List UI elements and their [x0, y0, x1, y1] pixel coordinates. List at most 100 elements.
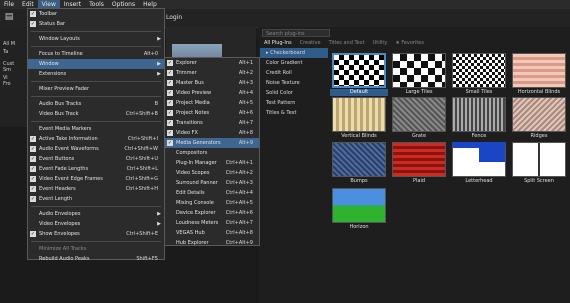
menu-item-label: Audio Event Waveforms: [39, 146, 99, 152]
plugin-list-item[interactable]: Titles & Text: [260, 108, 328, 118]
menu-item-media-generators[interactable]: ✓ Media Generators Alt+9: [165, 138, 259, 148]
plugin-list-item[interactable]: Credit Roll: [260, 68, 328, 78]
preset-item[interactable]: Vertical Blinds: [330, 97, 388, 141]
menu-item-label: Plug-In Manager: [176, 160, 217, 166]
menu-item-event-headers[interactable]: ✓ Event Headers Ctrl+Shift+H: [28, 184, 164, 194]
preset-thumbnail: [512, 53, 566, 88]
menu-item-audio-bus-tracks[interactable]: Audio Bus Tracks B: [28, 99, 164, 109]
tab-all-plug-ins[interactable]: All Plug-Ins: [260, 40, 296, 46]
explorer-item[interactable]: All M: [3, 41, 15, 47]
preset-item[interactable]: Large Tiles: [390, 53, 448, 97]
menu-item-edit-details[interactable]: Edit Details Ctrl+Alt+4: [165, 188, 259, 198]
submenu-arrow-icon: ▶: [157, 36, 161, 42]
menu-item-audio-envelopes[interactable]: Audio Envelopes ▶: [28, 209, 164, 219]
preset-thumbnail: [332, 188, 386, 223]
menu-item-focus-to-timeline[interactable]: Focus to Timeline Alt+0: [28, 49, 164, 59]
menu-item-label: Explorer: [176, 60, 197, 66]
menu-item-master-bus[interactable]: ✓ Master Bus Alt+3: [165, 78, 259, 88]
menu-item-window-layouts[interactable]: Window Layouts ▶: [28, 34, 164, 44]
preset-thumbnail: [332, 142, 386, 177]
preset-item[interactable]: Plaid: [390, 142, 448, 186]
explorer-item[interactable]: Fro: [3, 81, 11, 87]
menu-item-label: Event Length: [39, 196, 73, 202]
menu-item-video-bus-track[interactable]: Video Bus Track Ctrl+Shift+B: [28, 109, 164, 119]
tab-titles-and-text[interactable]: Titles and Text: [325, 40, 369, 46]
menu-item-video-scopes[interactable]: Video Scopes Ctrl+Alt+2: [165, 168, 259, 178]
menu-item-label: Event Headers: [39, 186, 76, 192]
submenu-arrow-icon: ▶: [157, 61, 161, 67]
preset-item[interactable]: Grate: [390, 97, 448, 141]
menu-separator: [31, 206, 161, 207]
preset-item[interactable]: Horizon: [330, 188, 388, 232]
explorer-item[interactable]: Sm: [3, 67, 11, 73]
menu-file[interactable]: File: [0, 0, 18, 9]
menu-item-device-explorer[interactable]: Device Explorer Ctrl+Alt+6: [165, 208, 259, 218]
menu-item-window[interactable]: Window ▶: [28, 59, 164, 69]
menu-item-rebuild-audio-peaks[interactable]: Rebuild Audio Peaks Shift+F5: [28, 254, 164, 264]
preset-label: Default: [330, 89, 388, 96]
menu-item-video-envelopes[interactable]: Video Envelopes ▶: [28, 219, 164, 229]
menu-item-surround-panner[interactable]: Surround Panner Ctrl+Alt+3: [165, 178, 259, 188]
menu-item-label: Event Fade Lengths: [39, 166, 89, 172]
checkmark-icon: ✓: [167, 70, 173, 76]
menu-item-hub-explorer[interactable]: Hub Explorer Ctrl+Alt+9: [165, 238, 259, 248]
menu-item-label: Window Layouts: [39, 36, 80, 42]
tab-favorites[interactable]: ★ Favorites: [391, 40, 428, 46]
menu-item-audio-event-waveforms[interactable]: ✓ Audio Event Waveforms Ctrl+Shift+W: [28, 144, 164, 154]
menu-item-status-bar[interactable]: ✓ Status Bar: [28, 19, 164, 29]
menu-separator: [31, 121, 161, 122]
menu-item-event-media-markers[interactable]: Event Media Markers: [28, 124, 164, 134]
preset-item[interactable]: Default: [330, 53, 388, 97]
menu-item-mixer-preview-fader[interactable]: Mixer Preview Fader: [28, 84, 164, 94]
menu-item-vegas-hub[interactable]: VEGAS Hub Ctrl+Alt+8: [165, 228, 259, 238]
menu-item-explorer[interactable]: ✓ Explorer Alt+1: [165, 58, 259, 68]
preset-item[interactable]: Letterhead: [450, 142, 508, 186]
menu-item-minimize-all-tracks[interactable]: Minimize All Tracks: [28, 244, 164, 254]
search-plugins-input[interactable]: Search plug-ins: [262, 29, 330, 37]
menu-item-transitions[interactable]: ✓ Transitions Alt+7: [165, 118, 259, 128]
menu-item-compositors[interactable]: Compositors: [165, 148, 259, 158]
menu-item-trimmer[interactable]: ✓ Trimmer Alt+2: [165, 68, 259, 78]
menu-item-toolbar[interactable]: ✓ Toolbar: [28, 9, 164, 19]
menu-item-active-take-information[interactable]: ✓ Active Take Information Ctrl+Shift+I: [28, 134, 164, 144]
menu-item-shortcut: Ctrl+Shift+W: [124, 146, 158, 152]
preset-item[interactable]: Split Screen: [510, 142, 568, 186]
preset-label: Vertical Blinds: [341, 133, 377, 139]
menu-item-shortcut: Ctrl+Shift+B: [125, 111, 158, 117]
menu-item-event-fade-lengths[interactable]: ✓ Event Fade Lengths Ctrl+Shift+L: [28, 164, 164, 174]
menu-item-shortcut: B: [154, 101, 158, 107]
plugin-list-item[interactable]: Noise Texture: [260, 78, 328, 88]
preset-item[interactable]: Small Tiles: [450, 53, 508, 97]
menu-item-video-fx[interactable]: ✓ Video FX Alt+8: [165, 128, 259, 138]
menu-item-shortcut: Ctrl+Shift+E: [126, 231, 158, 237]
menu-item-event-length[interactable]: ✓ Event Length: [28, 194, 164, 204]
preset-item[interactable]: Ridges: [510, 97, 568, 141]
tab-creative[interactable]: Creative: [296, 40, 325, 46]
login-link[interactable]: Login: [166, 14, 182, 21]
plugin-list-item[interactable]: Solid Color: [260, 88, 328, 98]
folder-icon[interactable]: ▤: [4, 12, 14, 22]
window-submenu: ✓ Explorer Alt+1 ✓ Trimmer Alt+2 ✓ Master Bus Al…: [164, 57, 260, 246]
menu-item-video-event-edge-frames[interactable]: ✓ Video Event Edge Frames Ctrl+Shift+G: [28, 174, 164, 184]
menu-item-label: Transitions: [176, 120, 203, 126]
plugin-list-item[interactable]: ▸ Checkerboard: [260, 48, 328, 58]
preset-item[interactable]: Horizontal Blinds: [510, 53, 568, 97]
plugin-list-item[interactable]: Test Pattern: [260, 98, 328, 108]
explorer-item[interactable]: Ta: [3, 49, 8, 55]
menu-item-shortcut: Ctrl+Alt+9: [225, 240, 253, 246]
menu-item-video-preview[interactable]: ✓ Video Preview Alt+4: [165, 88, 259, 98]
menu-item-extensions[interactable]: Extensions ▶: [28, 69, 164, 79]
preset-item[interactable]: Bumps: [330, 142, 388, 186]
menu-item-show-envelopes[interactable]: ✓ Show Envelopes Ctrl+Shift+E: [28, 229, 164, 239]
tab-utility[interactable]: Utility: [369, 40, 392, 46]
menu-item-mixing-console[interactable]: Mixing Console Ctrl+Alt+5: [165, 198, 259, 208]
menu-item-label: Surround Panner: [176, 180, 218, 186]
menu-item-project-notes[interactable]: ✓ Project Notes Alt+6: [165, 108, 259, 118]
menu-item-loudness-meters[interactable]: Loudness Meters Ctrl+Alt+7: [165, 218, 259, 228]
menu-item-project-media[interactable]: ✓ Project Media Alt+5: [165, 98, 259, 108]
menu-item-plug-in-manager[interactable]: Plug-In Manager Ctrl+Alt+1: [165, 158, 259, 168]
plugin-list-item[interactable]: Color Gradient: [260, 58, 328, 68]
menu-item-event-buttons[interactable]: ✓ Event Buttons Ctrl+Shift+U: [28, 154, 164, 164]
menu-item-shortcut: Ctrl+Shift+U: [125, 156, 158, 162]
preset-item[interactable]: Fence: [450, 97, 508, 141]
